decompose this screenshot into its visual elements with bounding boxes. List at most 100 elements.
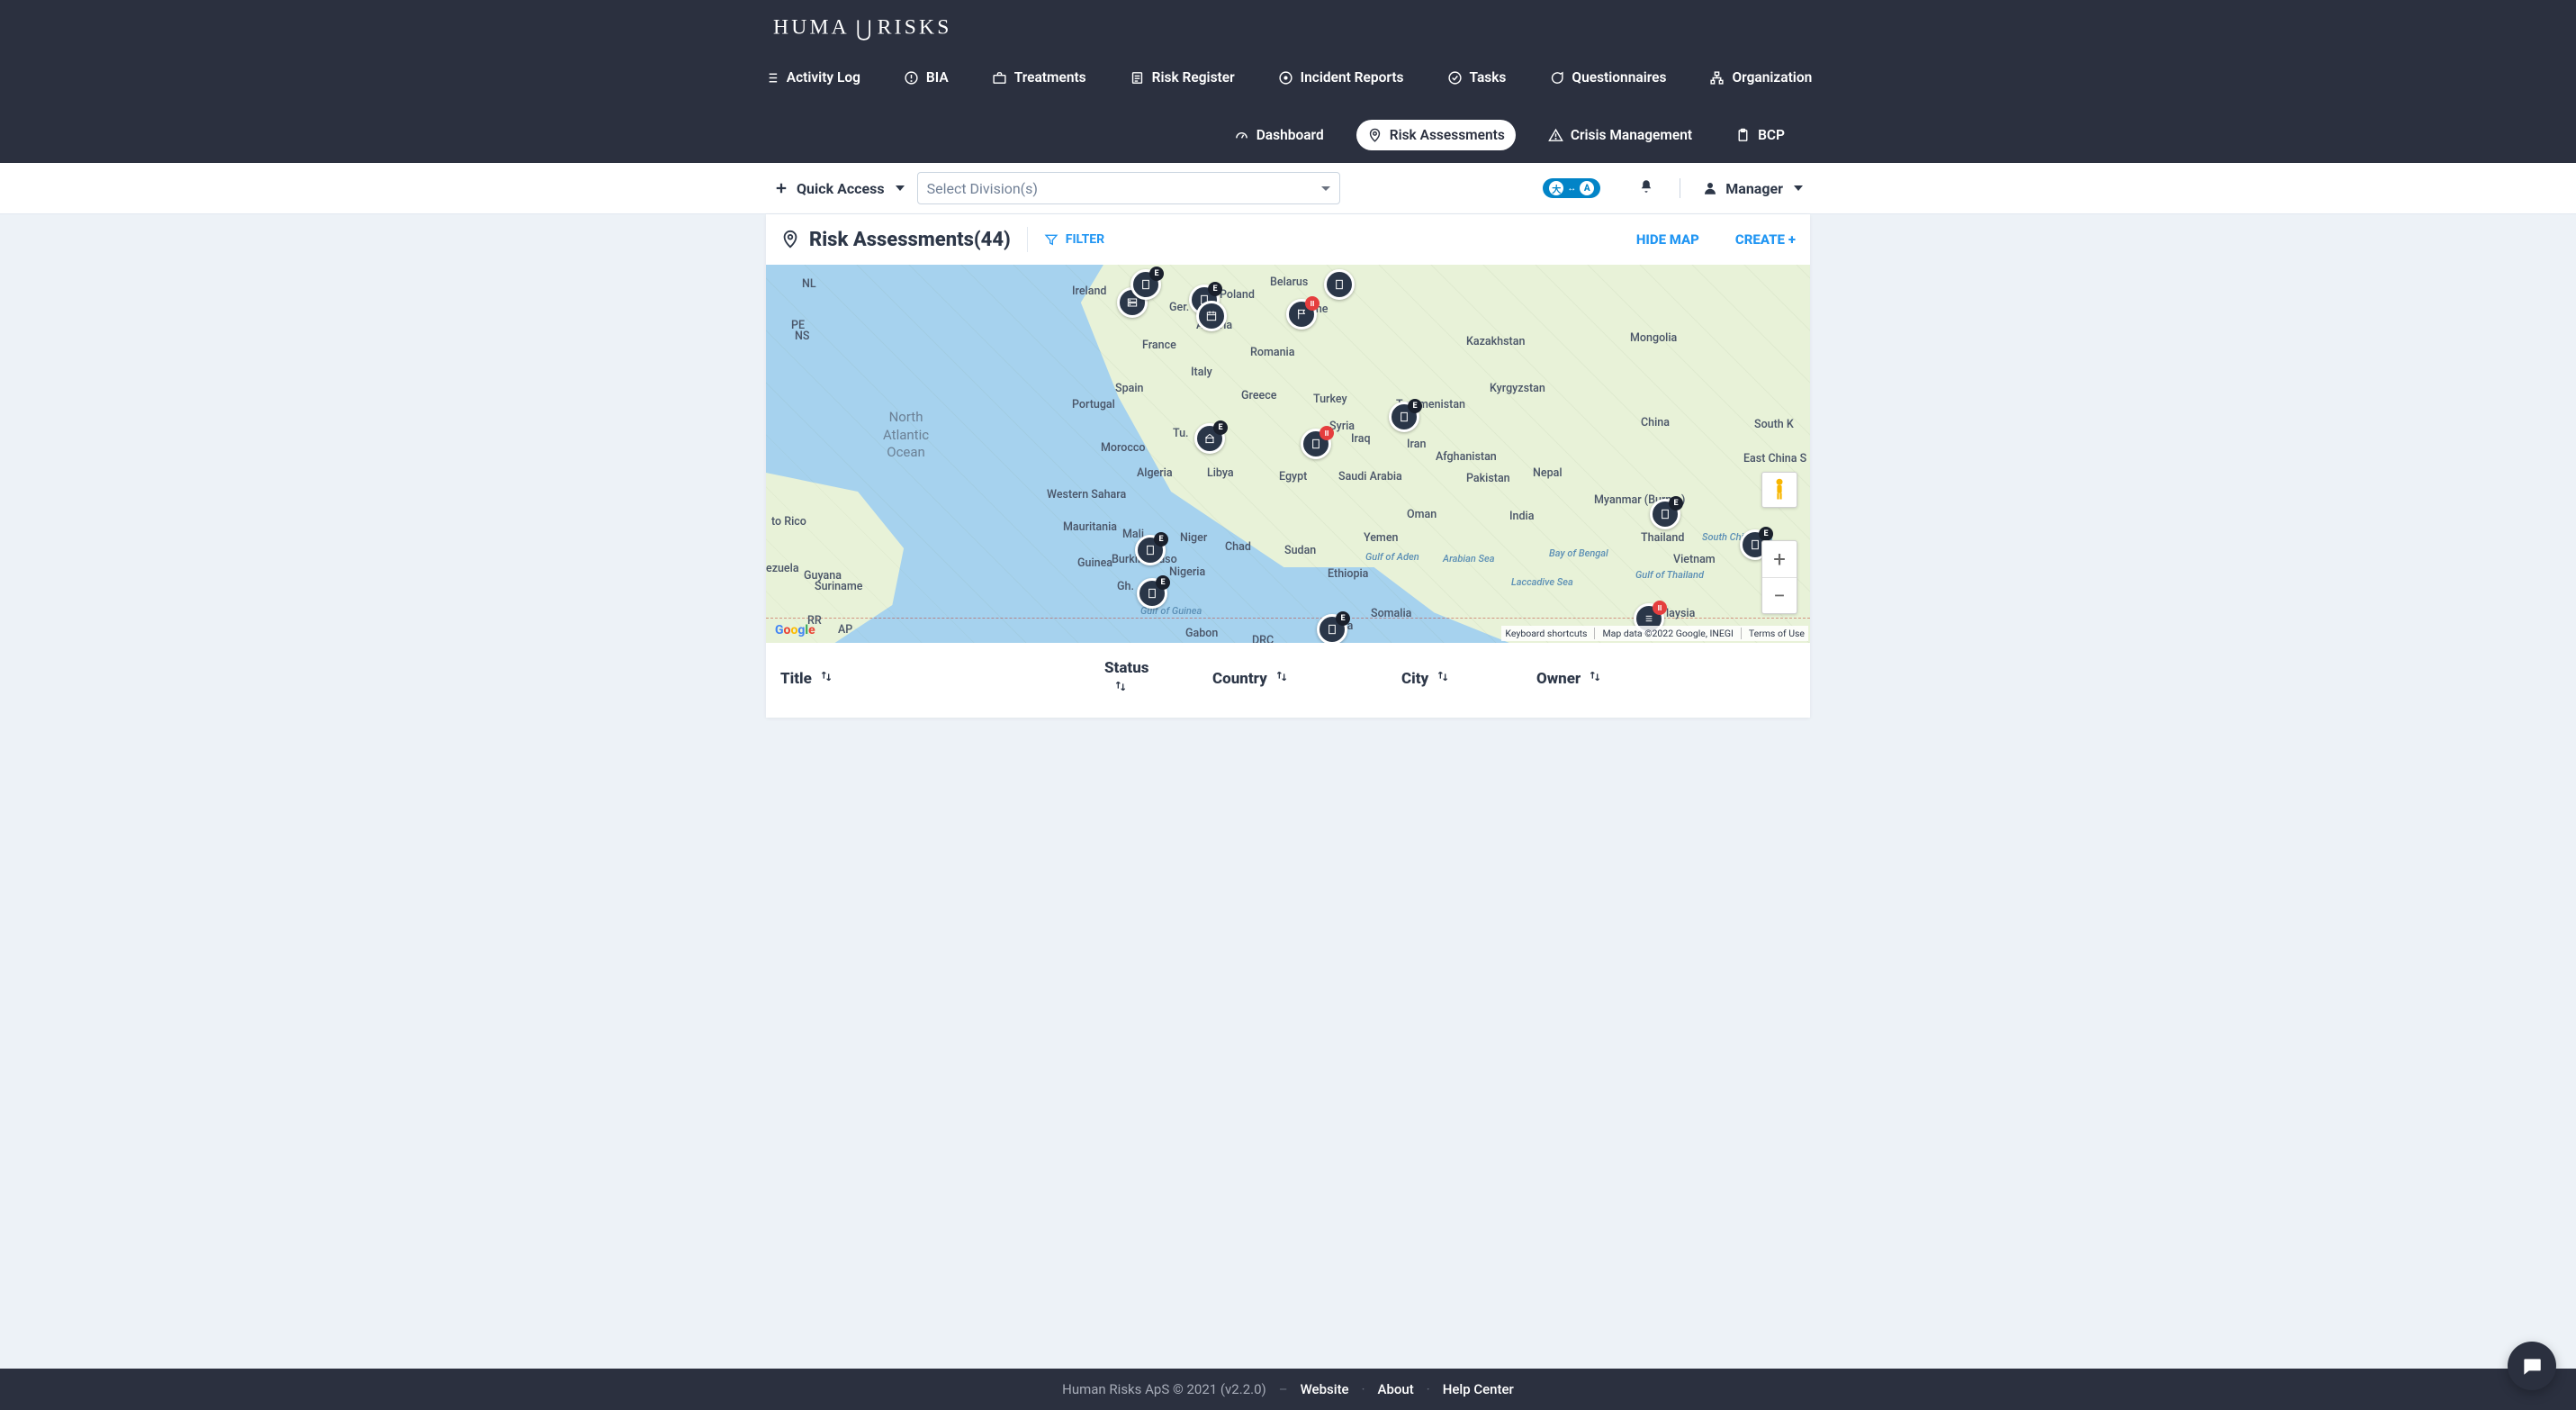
quick-access-menu[interactable]: Quick Access (773, 180, 905, 197)
terms-link[interactable]: Terms of Use (1749, 628, 1805, 639)
column-city-label: City (1401, 670, 1428, 688)
map-pin-icon (1367, 128, 1383, 143)
column-owner[interactable]: Owner (1536, 659, 1662, 698)
nav-activity-log[interactable]: Activity Log (753, 62, 871, 93)
sort-icon (1274, 669, 1289, 688)
column-country[interactable]: Country (1212, 659, 1383, 698)
sort-icon (819, 669, 833, 688)
sitemap-icon (1709, 70, 1725, 86)
language-toggle[interactable]: 大 ↔ A (1543, 178, 1600, 198)
sort-icon (1104, 679, 1128, 698)
nav-dashboard[interactable]: Dashboard (1223, 120, 1335, 150)
nav-incident-reports[interactable]: Incident Reports (1267, 62, 1415, 93)
building-icon (1332, 277, 1347, 292)
marker-badge: E (1208, 282, 1222, 296)
page-header: Risk Assessments(44) FILTER HIDE MAP CRE… (766, 214, 1810, 265)
map-marker[interactable] (1196, 301, 1227, 331)
check-circle-icon (1447, 70, 1463, 86)
svg-text:HUMA: HUMA (773, 15, 850, 39)
nav-bcp-label: BCP (1758, 127, 1785, 143)
map-marker[interactable]: E (1194, 423, 1225, 454)
filter-label: FILTER (1066, 232, 1104, 247)
nav-risk-assessments-label: Risk Assessments (1390, 127, 1505, 143)
nav-organization[interactable]: Organization (1698, 62, 1823, 93)
filter-button[interactable]: FILTER (1044, 232, 1104, 247)
hide-map-button[interactable]: HIDE MAP (1636, 231, 1699, 248)
map-marker[interactable]: E (1317, 614, 1347, 643)
nav-organization-label: Organization (1732, 69, 1812, 86)
map-marker[interactable]: E (1130, 269, 1161, 300)
map-attribution: Keyboard shortcuts Map data ©2022 Google… (1501, 626, 1808, 641)
lang-target-icon: A (1580, 181, 1594, 195)
map-marker[interactable]: E (1137, 578, 1167, 609)
warning-icon (1548, 128, 1563, 143)
notifications-button[interactable] (1638, 178, 1654, 198)
zoom-in-button[interactable]: + (1762, 541, 1797, 577)
chat-launcher[interactable] (2508, 1342, 2556, 1390)
divider (1027, 227, 1028, 252)
nav-bia[interactable]: BIA (893, 62, 959, 93)
map-marker[interactable] (1324, 269, 1355, 300)
nav-risk-register-label: Risk Register (1152, 69, 1235, 86)
building-icon (1658, 507, 1672, 521)
nav-tasks[interactable]: Tasks (1437, 62, 1518, 93)
building-icon (1145, 586, 1159, 601)
column-status-label: Status (1104, 659, 1149, 677)
quick-access-label: Quick Access (797, 180, 885, 197)
zoom-controls: + − (1761, 540, 1797, 614)
marker-badge: E (1156, 575, 1170, 590)
map-marker[interactable]: II (1286, 299, 1317, 330)
nav-questionnaires[interactable]: Questionnaires (1538, 62, 1677, 93)
footer-help-link[interactable]: Help Center (1443, 1381, 1514, 1397)
brand-logo[interactable]: HUMA RISKS (773, 9, 976, 57)
gauge-icon (1234, 128, 1249, 143)
nav-crisis-management[interactable]: Crisis Management (1537, 120, 1703, 150)
page-title-count: (44) (974, 229, 1011, 251)
streetview-pegman[interactable] (1761, 472, 1797, 508)
marker-badge: II (1305, 296, 1320, 311)
map-view[interactable]: North Atlantic Ocean NLPENSto Ricoezuela… (766, 265, 1810, 643)
column-title-label: Title (780, 670, 812, 688)
keyboard-shortcuts-link[interactable]: Keyboard shortcuts (1505, 628, 1595, 639)
flag-icon (1294, 307, 1309, 321)
calendar-icon (1204, 309, 1219, 323)
nav-risk-register[interactable]: Risk Register (1119, 62, 1246, 93)
division-select[interactable]: Select Division(s) (917, 172, 1340, 204)
column-title[interactable]: Title (780, 659, 1086, 698)
map-marker[interactable]: E (1135, 535, 1166, 565)
nav-risk-assessments[interactable]: Risk Assessments (1356, 120, 1516, 150)
create-button[interactable]: CREATE + (1735, 231, 1796, 248)
building-icon (1309, 437, 1323, 451)
marker-badge: E (1669, 496, 1683, 511)
marker-badge: E (1408, 399, 1422, 413)
column-status[interactable]: Status (1104, 659, 1194, 698)
nav-activity-log-label: Activity Log (787, 69, 860, 86)
footer: Human Risks ApS © 2021 (v2.2.0) – Websit… (0, 1369, 2576, 1410)
sort-icon (1588, 669, 1602, 688)
zoom-out-button[interactable]: − (1762, 577, 1797, 613)
map-marker[interactable]: E (1650, 499, 1680, 529)
separator: – (1279, 1381, 1288, 1397)
bell-icon (1638, 178, 1654, 194)
svg-text:RISKS: RISKS (878, 15, 952, 39)
nav-bcp[interactable]: BCP (1725, 120, 1796, 150)
pegman-icon (1770, 477, 1789, 502)
column-city[interactable]: City (1401, 659, 1518, 698)
building-icon (1397, 410, 1411, 424)
footer-website-link[interactable]: Website (1301, 1381, 1349, 1397)
marker-badge: E (1759, 527, 1773, 541)
marker-badge: II (1653, 601, 1667, 615)
brand-wordmark-icon: HUMA RISKS (773, 14, 976, 41)
footer-copyright: Human Risks ApS © 2021 (v2.2.0) (1062, 1381, 1266, 1397)
marker-badge: E (1154, 532, 1168, 547)
map-marker[interactable]: II (1301, 429, 1331, 459)
building-icon (1325, 622, 1339, 637)
user-menu[interactable]: Manager (1702, 180, 1803, 197)
sort-icon (1436, 669, 1450, 688)
division-placeholder: Select Division(s) (927, 180, 1038, 197)
list-icon (1642, 611, 1656, 626)
separator: · (1362, 1381, 1365, 1397)
map-marker[interactable]: E (1389, 402, 1419, 432)
footer-about-link[interactable]: About (1378, 1381, 1414, 1397)
nav-treatments[interactable]: Treatments (981, 62, 1097, 93)
